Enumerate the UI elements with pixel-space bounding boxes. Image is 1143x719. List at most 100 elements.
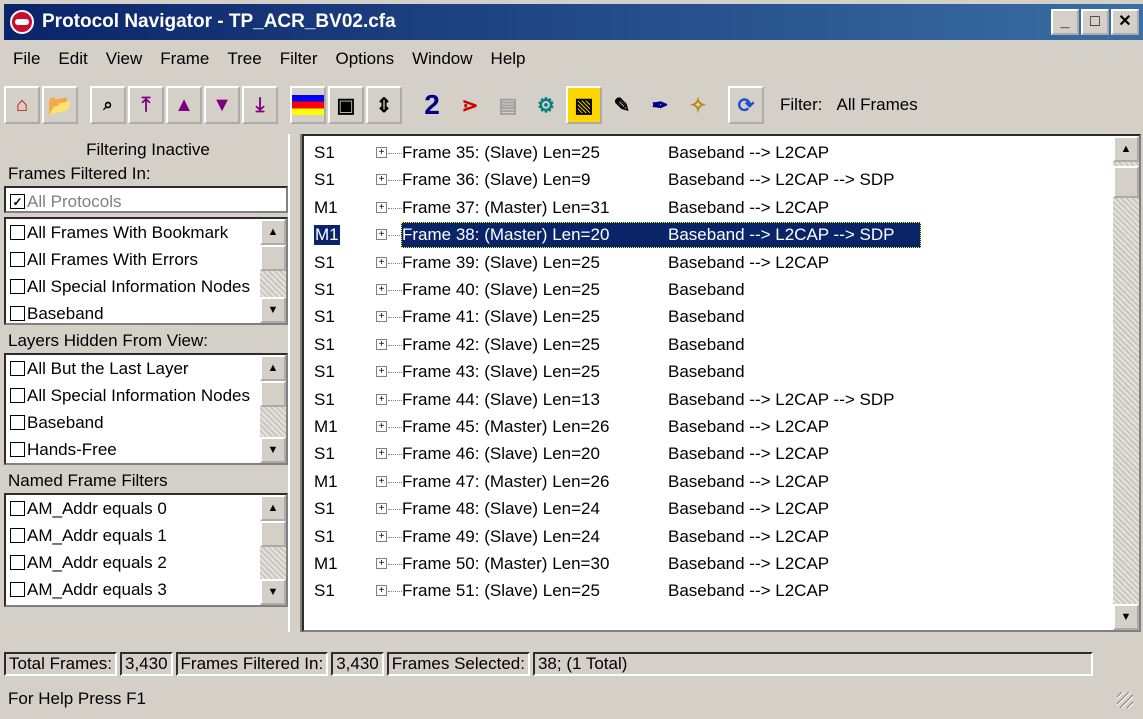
list-item[interactable]: AM_Addr equals 3	[6, 576, 286, 603]
expand-collapse-icon[interactable]: ⇕	[366, 86, 402, 124]
checkbox-checked-icon[interactable]: ✓	[10, 194, 25, 209]
list-item[interactable]: All But the Last Layer	[6, 355, 286, 382]
scroll-up-icon[interactable]: ▲	[260, 355, 286, 381]
list-item[interactable]: Hands-Free	[6, 436, 286, 463]
frame-row[interactable]: S1 + Frame 41: (Slave) Len=25 Baseband	[304, 304, 1104, 331]
frame-row[interactable]: M1 + Frame 50: (Master) Len=30 Baseband -->…	[304, 551, 1104, 578]
scrollbar[interactable]: ▲ ▼	[260, 355, 286, 463]
menu-view[interactable]: View	[97, 49, 152, 69]
decode-icon[interactable]: ⋗	[452, 86, 488, 124]
scroll-up-icon[interactable]: ▲	[1113, 136, 1139, 162]
menu-tree[interactable]: Tree	[218, 49, 270, 69]
checkbox-icon[interactable]	[10, 415, 25, 430]
expand-plus-icon[interactable]: +	[376, 393, 387, 405]
frame-row[interactable]: S1 + Frame 44: (Slave) Len=13 Baseband --> …	[304, 387, 1104, 414]
list-item[interactable]: All Frames With Bookmark	[6, 219, 286, 246]
go-up-icon[interactable]: ▲	[166, 86, 202, 124]
expand-plus-icon[interactable]: +	[376, 229, 387, 241]
close-button[interactable]: ✕	[1111, 9, 1139, 35]
expand-plus-icon[interactable]: +	[376, 585, 387, 597]
menu-help[interactable]: Help	[482, 49, 535, 69]
checkbox-icon[interactable]	[10, 555, 25, 570]
frame-row[interactable]: S1 + Frame 49: (Slave) Len=24 Baseband --> …	[304, 524, 1104, 551]
stack-icon[interactable]	[290, 86, 326, 124]
scroll-thumb[interactable]	[260, 245, 286, 271]
scroll-down-icon[interactable]: ▼	[260, 297, 286, 323]
scroll-up-icon[interactable]: ▲	[260, 219, 286, 245]
frame-row[interactable]: M1 + Frame 37: (Master) Len=31 Baseband -->…	[304, 195, 1104, 222]
checkbox-icon[interactable]	[10, 528, 25, 543]
expand-plus-icon[interactable]: +	[376, 503, 387, 515]
frame-row[interactable]: S1 + Frame 43: (Slave) Len=25 Baseband	[304, 359, 1104, 386]
list-item[interactable]: AM_Addr equals 0	[6, 495, 286, 522]
list-item[interactable]: All Special Information Nodes	[6, 382, 286, 409]
list-item[interactable]: All Frames With Errors	[6, 246, 286, 273]
list-item[interactable]: Baseband	[6, 409, 286, 436]
menu-filter[interactable]: Filter	[271, 49, 327, 69]
menu-file[interactable]: File	[4, 49, 49, 69]
frame-row[interactable]: S1 + Frame 42: (Slave) Len=25 Baseband	[304, 332, 1104, 359]
checkbox-icon[interactable]	[10, 306, 25, 321]
checkbox-icon[interactable]	[10, 361, 25, 376]
go-last-icon[interactable]: ⤓	[242, 86, 278, 124]
expand-plus-icon[interactable]: +	[376, 475, 387, 487]
minimize-button[interactable]: _	[1051, 9, 1079, 35]
scroll-down-icon[interactable]: ▼	[260, 437, 286, 463]
scroll-up-icon[interactable]: ▲	[260, 495, 286, 521]
expand-plus-icon[interactable]: +	[376, 530, 387, 542]
pen-icon[interactable]: ✒	[642, 86, 678, 124]
frame-row[interactable]: S1 + Frame 36: (Slave) Len=9 Baseband --> L…	[304, 167, 1104, 194]
save-icon[interactable]: ▣	[328, 86, 364, 124]
frame-row[interactable]: S1 + Frame 35: (Slave) Len=25 Baseband --> …	[304, 140, 1104, 167]
frame-list-scrollbar[interactable]: ▲ ▼	[1113, 136, 1139, 630]
frame-row[interactable]: S1 + Frame 48: (Slave) Len=24 Baseband --> …	[304, 496, 1104, 523]
expand-plus-icon[interactable]: +	[376, 311, 387, 323]
expand-plus-icon[interactable]: +	[376, 147, 387, 158]
scrollbar[interactable]: ▲ ▼	[260, 219, 286, 323]
list-item[interactable]: All Special Information Nodes	[6, 273, 286, 300]
title-bar[interactable]: Protocol Navigator - TP_ACR_BV02.cfa _ □…	[4, 4, 1143, 40]
checkbox-icon[interactable]	[10, 582, 25, 597]
expand-plus-icon[interactable]: +	[376, 201, 387, 213]
go-first-icon[interactable]: ⤒	[128, 86, 164, 124]
gear-filter-icon[interactable]: ⚙	[528, 86, 564, 124]
filter-box-icon[interactable]: ▧	[566, 86, 602, 124]
scroll-down-icon[interactable]: ▼	[1113, 604, 1139, 630]
checkbox-icon[interactable]	[10, 225, 25, 240]
checkbox-icon[interactable]	[10, 442, 25, 457]
maximize-button[interactable]: □	[1081, 9, 1109, 35]
wand-icon[interactable]: ✧	[680, 86, 716, 124]
frame-row[interactable]: S1 + Frame 39: (Slave) Len=25 Baseband --> …	[304, 250, 1104, 277]
frame-row[interactable]: M1 + Frame 45: (Master) Len=26 Baseband -->…	[304, 414, 1104, 441]
checkbox-icon[interactable]	[10, 501, 25, 516]
frame-row[interactable]: S1 + Frame 46: (Slave) Len=20 Baseband --> …	[304, 441, 1104, 468]
resize-grip-icon[interactable]	[1117, 692, 1133, 708]
all-protocols-item[interactable]: ✓ All Protocols	[6, 188, 286, 211]
menu-window[interactable]: Window	[403, 49, 481, 69]
scroll-thumb[interactable]	[1113, 166, 1139, 198]
menu-options[interactable]: Options	[326, 49, 403, 69]
frame-row[interactable]: S1 + Frame 51: (Slave) Len=25 Baseband --> …	[304, 578, 1104, 605]
scroll-thumb[interactable]	[260, 521, 286, 547]
expand-plus-icon[interactable]: +	[376, 338, 387, 350]
home-icon[interactable]: ⌂	[4, 86, 40, 124]
expand-plus-icon[interactable]: +	[376, 284, 387, 295]
menu-edit[interactable]: Edit	[49, 49, 96, 69]
number-two-icon[interactable]: 2	[414, 86, 450, 124]
find-icon[interactable]: ⌕	[90, 86, 126, 124]
notepad-icon[interactable]: ✎	[604, 86, 640, 124]
frame-row[interactable]: S1 + Frame 40: (Slave) Len=25 Baseband	[304, 277, 1104, 304]
scrollbar[interactable]: ▲ ▼	[260, 495, 286, 605]
checkbox-icon[interactable]	[10, 252, 25, 267]
frame-row[interactable]: M1 + Frame 47: (Master) Len=26 Baseband -->…	[304, 469, 1104, 496]
list-item[interactable]: Baseband	[6, 300, 286, 323]
open-folder-icon[interactable]: 📂	[42, 86, 78, 124]
expand-plus-icon[interactable]: +	[376, 421, 387, 432]
go-down-icon[interactable]: ▼	[204, 86, 240, 124]
frame-row[interactable]: M1 + Frame 38: (Master) Len=20 Baseband -->…	[304, 222, 1104, 249]
pane-splitter[interactable]	[288, 134, 302, 632]
menu-frame[interactable]: Frame	[151, 49, 218, 69]
protocol-icon[interactable]: ▤	[490, 86, 526, 124]
expand-plus-icon[interactable]: +	[376, 174, 387, 186]
scroll-down-icon[interactable]: ▼	[260, 579, 286, 605]
